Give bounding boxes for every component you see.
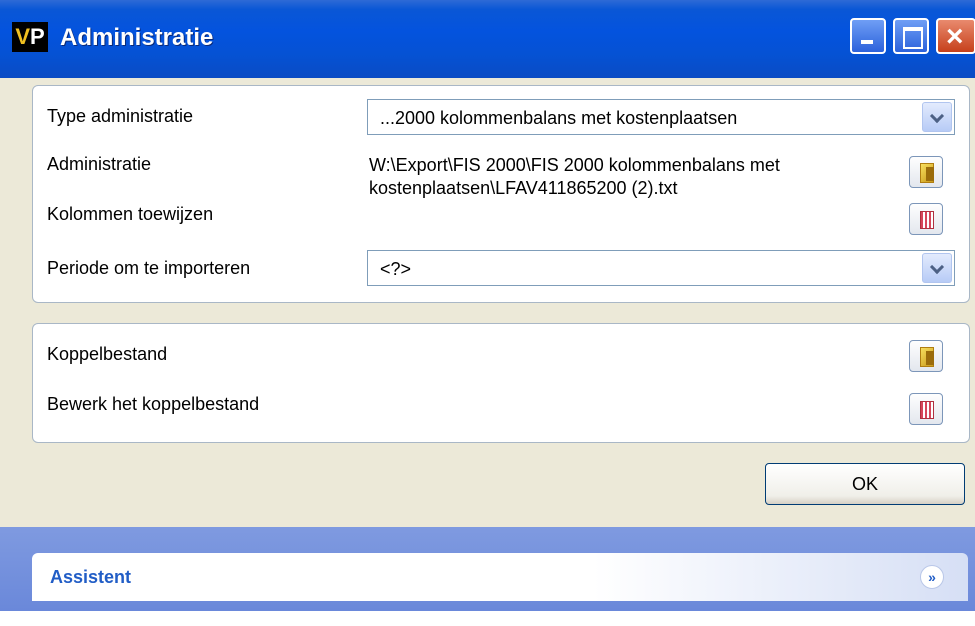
- minimize-button[interactable]: [850, 18, 886, 54]
- assistant-title: Assistent: [50, 567, 132, 587]
- assistant-bar[interactable]: Assistent »: [32, 553, 968, 601]
- periode-value: <?>: [380, 259, 412, 279]
- bottom-edge: [0, 611, 975, 626]
- type-administratie-label: Type administratie: [47, 106, 194, 126]
- vp-logo-icon: VP: [12, 22, 48, 52]
- koppel-panel: Koppelbestand Bewerk het koppelbestand: [32, 323, 970, 443]
- close-button[interactable]: ×: [936, 18, 975, 54]
- kolommen-toewijzen-label: Kolommen toewijzen: [47, 204, 214, 224]
- type-administratie-value: ...2000 kolommenbalans met kostenplaatse…: [380, 108, 738, 128]
- window-title: Administratie: [60, 24, 214, 51]
- chevron-down-icon[interactable]: [922, 102, 952, 132]
- periode-label: Periode om te importeren: [47, 258, 251, 278]
- type-administratie-select[interactable]: ...2000 kolommenbalans met kostenplaatse…: [367, 99, 955, 135]
- expand-chevron-icon[interactable]: »: [920, 565, 944, 589]
- edit-koppelbestand-button[interactable]: [909, 393, 943, 425]
- administratie-label: Administratie: [47, 154, 152, 174]
- koppelbestand-label: Koppelbestand: [47, 344, 168, 364]
- administratie-window: VP Administratie × Type administratie ..…: [0, 0, 975, 611]
- chevron-down-icon[interactable]: [922, 253, 952, 283]
- open-file-button[interactable]: [909, 156, 943, 188]
- periode-select[interactable]: <?>: [367, 250, 955, 286]
- edit-columns-button[interactable]: [909, 203, 943, 235]
- administratie-path: W:\Export\FIS 2000\FIS 2000 kolommenbala…: [369, 155, 780, 198]
- administration-panel: Type administratie ...2000 kolommenbalan…: [32, 85, 970, 303]
- ok-button[interactable]: OK: [765, 463, 965, 505]
- title-bar[interactable]: VP Administratie ×: [0, 0, 975, 78]
- close-icon: ×: [946, 20, 964, 53]
- bewerk-koppelbestand-label: Bewerk het koppelbestand: [47, 394, 260, 414]
- open-koppelbestand-button[interactable]: [909, 340, 943, 372]
- maximize-button[interactable]: [893, 18, 929, 54]
